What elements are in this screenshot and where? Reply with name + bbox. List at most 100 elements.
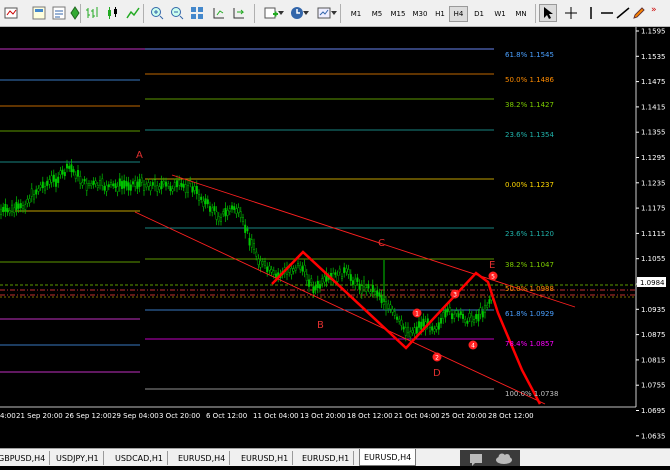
new-chart-icon[interactable] [2, 4, 20, 22]
candle-body [206, 199, 209, 205]
candle-body [213, 206, 216, 211]
price-tick: 1.1415 [641, 103, 666, 111]
chevron-down-icon[interactable] [331, 11, 337, 15]
autoscroll-icon[interactable] [230, 4, 248, 22]
candle-body [440, 317, 443, 324]
candle-body [354, 278, 357, 286]
tile-windows-icon[interactable] [188, 4, 206, 22]
zoom-in-icon[interactable] [148, 4, 166, 22]
fib-label: 50.0% 1.0988 [505, 285, 554, 293]
candle-body [105, 185, 108, 192]
candle-body [413, 327, 416, 334]
candle-body [118, 178, 121, 187]
chevron-down-icon[interactable] [303, 11, 309, 15]
tab-eurusd-h4[interactable]: EURUSD,H4 [174, 451, 231, 465]
candle-body [409, 331, 412, 338]
price-tick: 1.1235 [641, 179, 666, 187]
candle-body [17, 203, 20, 209]
candle-body [81, 181, 84, 186]
candle-body [112, 183, 115, 187]
candle-body [79, 176, 82, 184]
candle-body [275, 273, 278, 278]
candle-body [96, 185, 99, 188]
time-tick: 25 Oct 20:00 [441, 412, 487, 420]
candle-body [252, 243, 255, 250]
candle-body [451, 313, 454, 320]
candlestick-icon[interactable] [104, 4, 122, 22]
timeframe-m5[interactable]: M5 [367, 6, 387, 22]
cloud-icon[interactable] [496, 453, 512, 465]
candle-body [319, 284, 322, 289]
candle-body [448, 307, 451, 312]
chart-shift-icon[interactable] [210, 4, 228, 22]
price-tick: 1.0695 [641, 407, 666, 415]
price-tick: 1.1055 [641, 255, 666, 263]
candle-body [484, 304, 487, 313]
pencil-icon[interactable] [630, 4, 648, 22]
bar-chart-icon[interactable] [83, 4, 101, 22]
timeframe-mn[interactable]: MN [510, 6, 532, 22]
candle-body [308, 279, 311, 287]
chevron-right-icon[interactable]: » [651, 5, 657, 15]
timeframe-h4[interactable]: H4 [449, 6, 468, 22]
candle-body [422, 318, 425, 327]
zoom-out-icon[interactable] [168, 4, 186, 22]
crosshair-icon[interactable] [562, 4, 580, 22]
candle-body [299, 264, 302, 270]
candle-body [241, 217, 244, 222]
navigator-icon[interactable] [66, 4, 84, 22]
current-price: 1.0984 [640, 279, 665, 287]
candle-body [147, 182, 150, 187]
candle-body [257, 258, 260, 265]
wave-label-b: B [317, 320, 324, 331]
fib-label: 61.8% 1.0929 [505, 310, 554, 318]
candle-body [0, 208, 2, 215]
candle-body [246, 228, 249, 232]
price-chart[interactable]: 1 2 3 4 5 A B C D E 61.8% 1.1545 50.0% 1… [0, 27, 670, 448]
timeframe-d1[interactable]: D1 [470, 6, 488, 22]
price-tick: 1.0635 [641, 432, 666, 440]
price-tick: 1.1175 [641, 205, 666, 213]
tab-gbpusd-h4[interactable]: GBPUSD,H4 [0, 451, 51, 465]
candle-body [358, 283, 361, 290]
candle-body [387, 303, 390, 309]
tab-eurusd-h1[interactable]: EURUSD,H1 [237, 451, 294, 465]
candle-body [116, 186, 119, 192]
candle-body [360, 285, 363, 294]
candle-body [369, 291, 372, 294]
tab-eurusd-h1-2[interactable]: EURUSD,H1 [298, 451, 355, 465]
candle-body [131, 181, 134, 185]
candle-body [208, 206, 211, 212]
candle-body [33, 194, 36, 200]
line-chart-icon[interactable] [124, 4, 142, 22]
price-axis: 1.1595 1.1535 1.1475 1.1415 1.1355 1.1295 1.12… [636, 28, 666, 440]
tab-usdjpy-h1[interactable]: USDJPY,H1 [52, 451, 104, 465]
tab-eurusd-h4-active[interactable]: EURUSD,H4 [359, 449, 417, 466]
candle-body [149, 185, 152, 191]
cursor-icon[interactable] [539, 4, 557, 22]
candle-body [167, 183, 170, 187]
timeframe-m30[interactable]: M30 [409, 6, 431, 22]
candle-body [418, 321, 421, 328]
timeframe-w1[interactable]: W1 [490, 6, 510, 22]
price-tick: 1.1475 [641, 78, 666, 86]
candle-body [44, 185, 47, 191]
candle-body [237, 207, 240, 213]
candle-body [175, 180, 178, 188]
candle-body [158, 186, 161, 190]
timeframe-m1[interactable]: M1 [345, 6, 367, 22]
profiles-icon[interactable] [30, 4, 48, 22]
timeframe-m15[interactable]: M15 [387, 6, 409, 22]
candle-body [314, 285, 317, 291]
tab-usdcad-h1[interactable]: USDCAD,H1 [111, 451, 168, 465]
candle-body [259, 260, 262, 268]
candle-body [486, 304, 489, 308]
chevron-down-icon[interactable] [278, 11, 284, 15]
toolbar-separator [80, 4, 81, 23]
chat-icon[interactable] [470, 454, 482, 466]
candle-body [6, 208, 9, 213]
candle-body [138, 179, 141, 187]
timeframe-h1[interactable]: H1 [431, 6, 449, 22]
candle-body [380, 295, 383, 303]
candle-body [292, 268, 295, 272]
